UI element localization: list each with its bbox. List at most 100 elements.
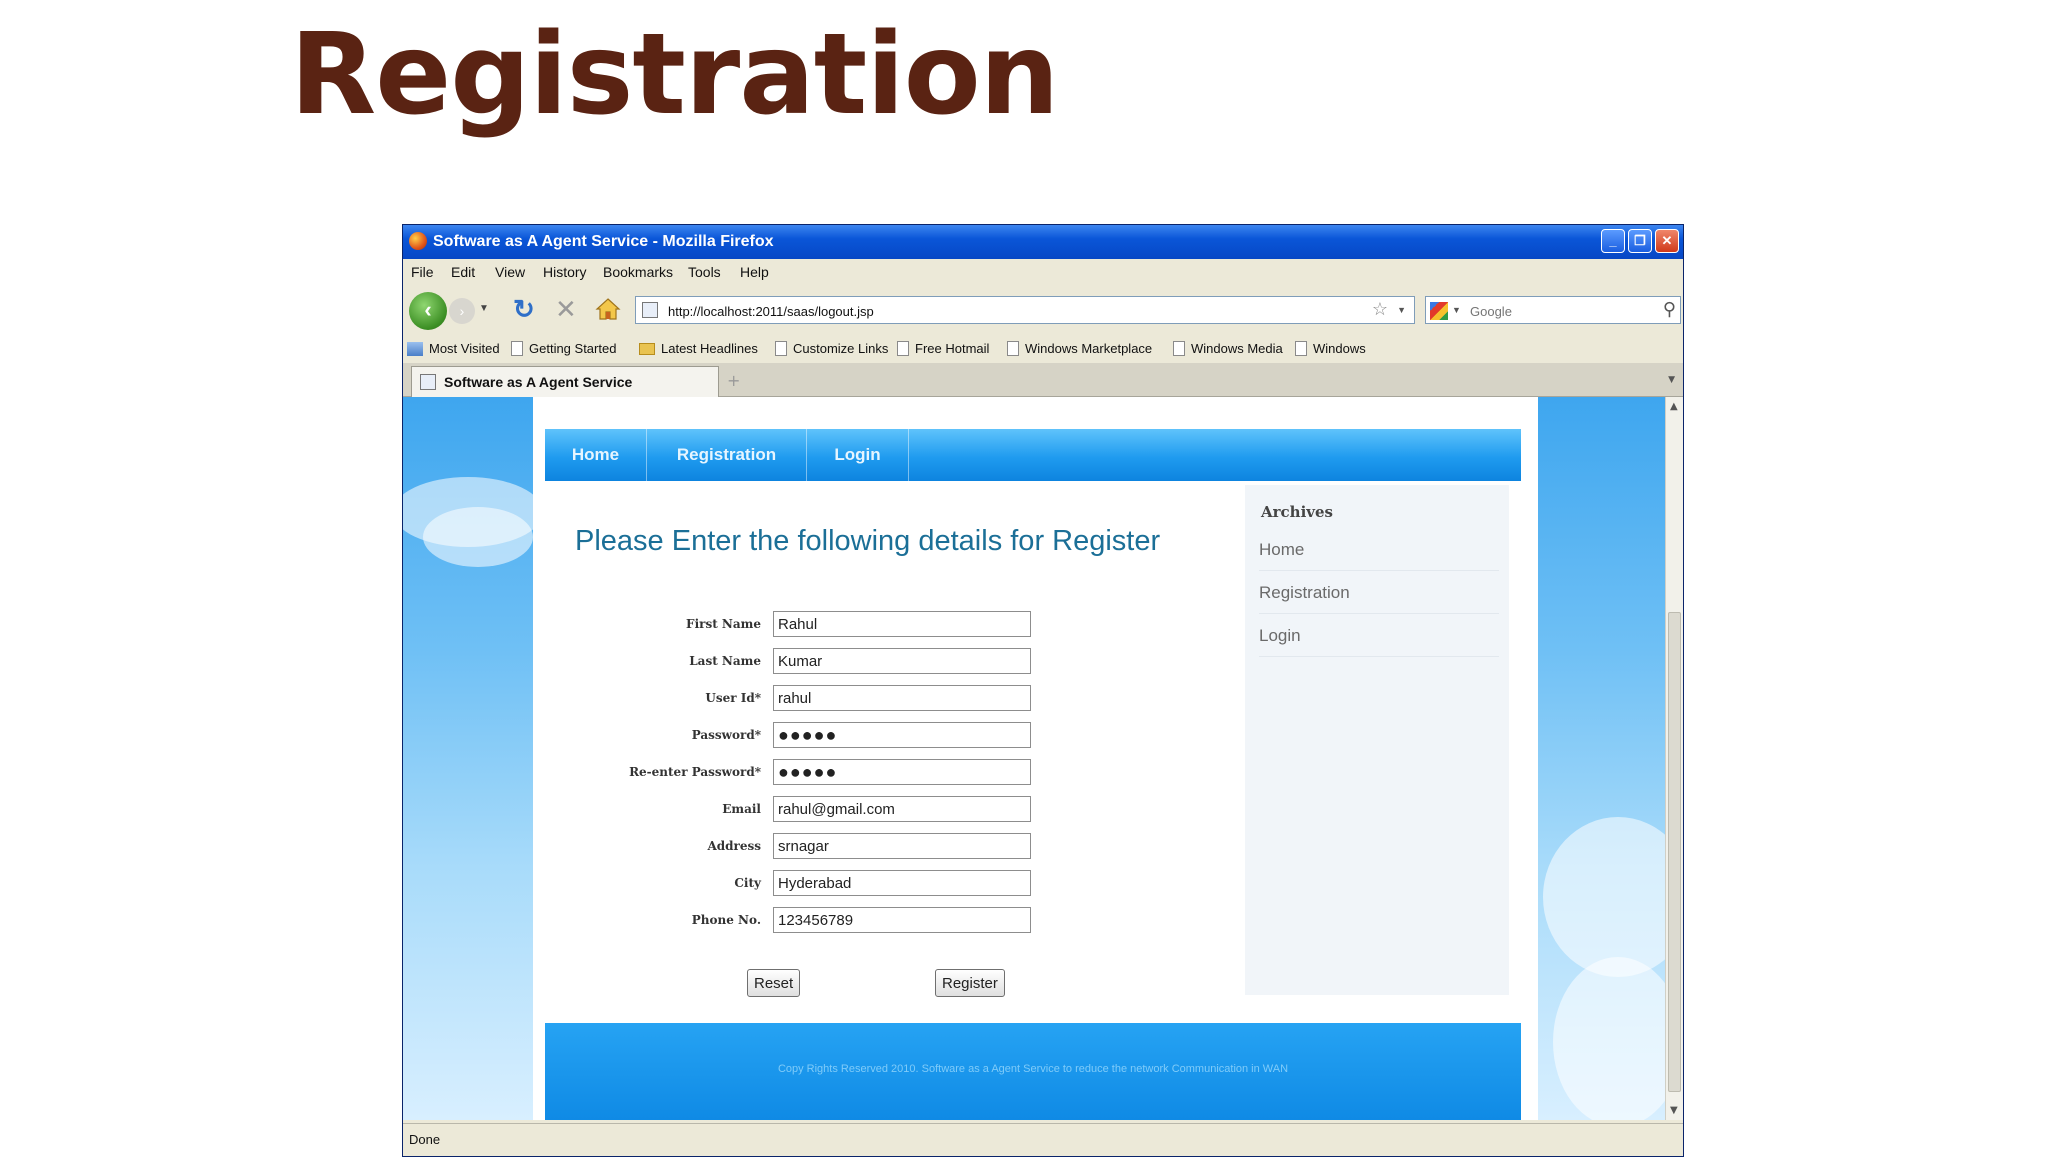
window-title: Software as A Agent Service - Mozilla Fi… (433, 233, 774, 250)
last-name-input[interactable] (773, 648, 1031, 674)
sidebar: Archives Home Registration Login (1245, 485, 1509, 995)
password-label: Password* (691, 728, 761, 742)
nav-login[interactable]: Login (807, 429, 909, 481)
menu-tools[interactable]: Tools (688, 264, 721, 280)
bookmarks-toolbar: Most Visited Getting Started Latest Head… (403, 335, 1683, 363)
tab-label: Software as A Agent Service (444, 374, 633, 390)
reset-button[interactable]: Reset (747, 969, 801, 997)
city-label: City (734, 876, 761, 890)
status-text: Done (409, 1132, 441, 1147)
minimize-button[interactable]: _ (1601, 229, 1625, 253)
stop-icon[interactable]: ✕ (555, 294, 577, 325)
copyright-text: Copy Rights Reserved 2010. Software as a… (777, 1063, 1289, 1075)
site-footer: Copy Rights Reserved 2010. Software as a… (545, 1023, 1521, 1120)
page-icon (511, 341, 523, 356)
nav-home[interactable]: Home (545, 429, 647, 481)
search-engine-dropdown-icon[interactable]: ▼ (1452, 305, 1461, 315)
page-viewport: Home Registration Login Please Enter the… (403, 397, 1667, 1120)
title-bar[interactable]: Software as A Agent Service - Mozilla Fi… (403, 225, 1683, 259)
bookmark-star-icon[interactable]: ☆ (1372, 299, 1388, 320)
bookmark-customize-links[interactable]: Customize Links (775, 341, 888, 356)
maximize-button[interactable]: ❐ (1628, 229, 1652, 253)
sidebar-item-registration[interactable]: Registration (1259, 572, 1499, 614)
form-row-reenter-password: Re-enter Password* (613, 759, 1033, 787)
search-input[interactable] (1468, 300, 1642, 322)
scroll-thumb[interactable] (1668, 612, 1681, 1092)
navigation-toolbar: ‹ › ▼ ↻ ✕ ☆ ▼ ▼ ⚲ (403, 285, 1683, 335)
list-all-tabs-icon[interactable]: ▼ (1668, 375, 1675, 385)
site-nav: Home Registration Login (545, 429, 1521, 481)
web-page: Home Registration Login Please Enter the… (533, 397, 1538, 1120)
email-label: Email (722, 802, 761, 816)
phone-input[interactable] (773, 907, 1031, 933)
reenter-password-input[interactable] (773, 759, 1031, 785)
bookmark-most-visited[interactable]: Most Visited (407, 341, 500, 356)
menu-help[interactable]: Help (740, 264, 769, 280)
menu-view[interactable]: View (495, 264, 525, 280)
bookmark-windows-marketplace[interactable]: Windows Marketplace (1007, 341, 1152, 356)
address-bar: ☆ ▼ (635, 296, 1415, 324)
url-dropdown-icon[interactable]: ▼ (1397, 305, 1406, 315)
menu-bookmarks[interactable]: Bookmarks (603, 264, 673, 280)
menu-history[interactable]: History (543, 264, 587, 280)
menu-file[interactable]: File (411, 264, 434, 280)
new-tab-button[interactable]: + (727, 371, 740, 390)
page-icon (1007, 341, 1019, 356)
menu-bar: File Edit View History Bookmarks Tools H… (403, 259, 1683, 285)
form-row-address: Address (613, 833, 1033, 861)
form-row-city: City (613, 870, 1033, 898)
form-row-first-name: First Name (613, 611, 1033, 639)
page-icon (1295, 341, 1307, 356)
most-visited-icon (407, 342, 423, 356)
tab-strip: Software as A Agent Service + ▼ (403, 363, 1683, 397)
city-input[interactable] (773, 870, 1031, 896)
user-id-input[interactable] (773, 685, 1031, 711)
site-icon (420, 374, 436, 390)
password-input[interactable] (773, 722, 1031, 748)
phone-label: Phone No. (691, 913, 761, 927)
site-icon (642, 302, 658, 318)
email-input[interactable] (773, 796, 1031, 822)
reenter-password-label: Re-enter Password* (629, 765, 761, 779)
bookmark-windows-media[interactable]: Windows Media (1173, 341, 1283, 356)
address-label: Address (707, 839, 761, 853)
first-name-input[interactable] (773, 611, 1031, 637)
page-icon (1173, 341, 1185, 356)
sidebar-item-home[interactable]: Home (1259, 529, 1499, 571)
last-name-label: Last Name (689, 654, 761, 668)
close-button[interactable]: ✕ (1655, 229, 1679, 253)
form-row-email: Email (613, 796, 1033, 824)
form-heading: Please Enter the following details for R… (575, 525, 1161, 557)
form-row-password: Password* (613, 722, 1033, 750)
page-icon (897, 341, 909, 356)
scroll-up-icon[interactable]: ▲ (1670, 401, 1678, 412)
cloud-decoration (423, 507, 533, 567)
sidebar-item-login[interactable]: Login (1259, 615, 1499, 657)
url-input[interactable] (666, 300, 1350, 322)
reload-icon[interactable]: ↻ (513, 294, 535, 325)
browser-window: Software as A Agent Service - Mozilla Fi… (402, 224, 1684, 1157)
form-row-user-id: User Id* (613, 685, 1033, 713)
cloud-decoration (1543, 817, 1667, 977)
form-row-last-name: Last Name (613, 648, 1033, 676)
vertical-scrollbar[interactable]: ▲ ▼ (1665, 397, 1683, 1120)
search-engine-icon[interactable] (1430, 302, 1448, 320)
slide-title: Registration (290, 10, 1059, 140)
forward-icon[interactable]: › (449, 298, 475, 324)
nav-registration[interactable]: Registration (647, 429, 807, 481)
history-dropdown-icon[interactable]: ▼ (479, 303, 489, 314)
form-row-phone: Phone No. (613, 907, 1033, 935)
address-input[interactable] (773, 833, 1031, 859)
bookmark-free-hotmail[interactable]: Free Hotmail (897, 341, 989, 356)
menu-edit[interactable]: Edit (451, 264, 475, 280)
back-icon[interactable]: ‹ (409, 292, 447, 330)
search-icon[interactable]: ⚲ (1663, 299, 1676, 320)
home-icon[interactable] (595, 297, 621, 321)
bookmark-windows[interactable]: Windows (1295, 341, 1366, 356)
tab-software-as-a-agent-service[interactable]: Software as A Agent Service (411, 366, 719, 397)
bookmark-latest-headlines[interactable]: Latest Headlines (639, 341, 758, 356)
register-button[interactable]: Register (935, 969, 1005, 997)
first-name-label: First Name (686, 617, 761, 631)
bookmark-getting-started[interactable]: Getting Started (511, 341, 616, 356)
scroll-down-icon[interactable]: ▼ (1670, 1105, 1678, 1116)
